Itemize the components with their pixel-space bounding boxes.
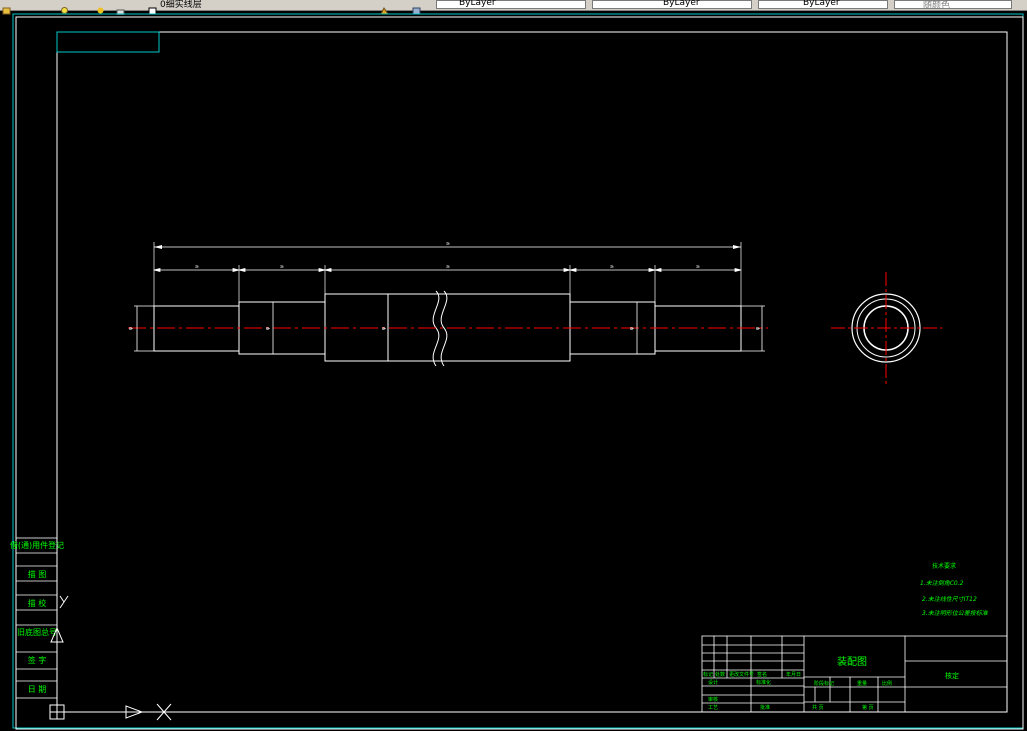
dia-label-5: φ — [755, 326, 761, 330]
tech-notes-title: 技术要求 — [932, 562, 956, 570]
tb-weight: 重量 — [857, 680, 867, 687]
side-row-5: 签 字 — [28, 655, 47, 665]
overall-dim-text: ≥ — [446, 241, 450, 247]
technical-notes: 技术要求 1.未注倒角C0.2 2.未注线性尺寸IT12 3.未注明形位公差按标… — [920, 562, 989, 617]
make-current-layer-icon[interactable] — [380, 0, 389, 15]
tb-scale: 比例 — [882, 680, 892, 687]
seg-dim-2: ≥ — [280, 264, 284, 270]
layer-manager-icon[interactable] — [2, 0, 11, 15]
linetype-value-text: ByLayer — [663, 0, 700, 8]
tb-review: 审核 — [708, 696, 718, 703]
tb-date: 年月日 — [786, 671, 801, 678]
shaft-segment-4 — [569, 301, 656, 355]
segment-dimension-texts: ≥ ≥ ≥ ≥ ≥ — [195, 264, 700, 270]
layer-name-text[interactable]: 0细实线层 — [160, 0, 202, 10]
tech-note-3: 3.未注明形位公差按标准 — [922, 609, 989, 617]
drawing-canvas[interactable]: ≥ ≥ ≥ ≥ ≥ ≥ φ φ φ φ φ 借(通)用件登记 描 图 描 校 旧… — [0, 10, 1027, 731]
side-row-1: 借(通)用件登记 — [10, 540, 64, 550]
tb-approve: 批准 — [760, 704, 770, 711]
lineweight-value-text: ByLayer — [803, 0, 840, 8]
dimension-extension-lines — [134, 242, 765, 352]
tb-stage-mark: 阶段标记 — [814, 680, 834, 687]
dia-label-4: φ — [629, 326, 635, 330]
dia-label-1: φ — [128, 326, 134, 330]
tb-design: 设计 — [708, 679, 718, 686]
code-box — [56, 31, 160, 53]
tb-standardize: 标准化 — [756, 679, 771, 686]
plotstyle-dropdown[interactable]: 随颜色 — [894, 0, 1012, 11]
color-value-text: ByLayer — [459, 0, 496, 8]
sheet-outer-border — [15, 16, 1024, 730]
seg-dim-4: ≥ — [610, 264, 614, 270]
side-row-6: 日 期 — [28, 685, 47, 694]
color-dropdown[interactable]: ByLayer — [436, 0, 586, 9]
tech-note-1: 1.未注倒角C0.2 — [920, 579, 964, 587]
tb-sheets-total: 共 页 — [812, 704, 824, 711]
overall-dimension: ≥ — [154, 241, 741, 249]
lineweight-dropdown[interactable]: ByLayer — [758, 0, 888, 9]
dia-label-2: φ — [265, 326, 271, 330]
tech-note-2: 2.未注线性尺寸IT12 — [922, 595, 977, 603]
tb-mark: 标记 — [703, 671, 713, 678]
drawing-name: 装配图 — [837, 655, 867, 668]
dia-label-3: φ — [381, 326, 387, 330]
lock-icon[interactable] — [116, 0, 125, 16]
material-note: 核定 — [945, 671, 959, 680]
layer-previous-icon[interactable] — [412, 0, 421, 15]
left-side-table — [15, 537, 58, 699]
viewport-border — [12, 13, 1024, 729]
seg-dim-5: ≥ — [696, 264, 700, 270]
drawing-frame — [56, 31, 1008, 713]
tb-count: 处数 — [715, 671, 725, 678]
side-row-4: 旧底图总号 — [17, 627, 57, 637]
tb-sheet-no: 第 页 — [862, 704, 874, 711]
tb-process: 工艺 — [708, 705, 718, 711]
color-swatch-icon — [148, 0, 157, 15]
seg-dim-3: ≥ — [446, 264, 450, 270]
lightbulb-icon[interactable] — [60, 0, 69, 14]
shaft-end-view — [831, 272, 942, 384]
tb-change-doc: 更改文件号 — [729, 671, 754, 678]
side-row-3: 描 校 — [28, 598, 47, 608]
sun-icon[interactable] — [96, 0, 105, 14]
seg-dim-1: ≥ — [195, 264, 199, 270]
side-table-labels: 借(通)用件登记 描 图 描 校 旧底图总号 签 字 日 期 — [10, 540, 64, 694]
linetype-dropdown[interactable]: ByLayer — [592, 0, 752, 9]
ucs-icon — [49, 595, 172, 721]
side-row-2: 描 图 — [28, 569, 47, 579]
tb-signature: 签名 — [757, 671, 767, 678]
